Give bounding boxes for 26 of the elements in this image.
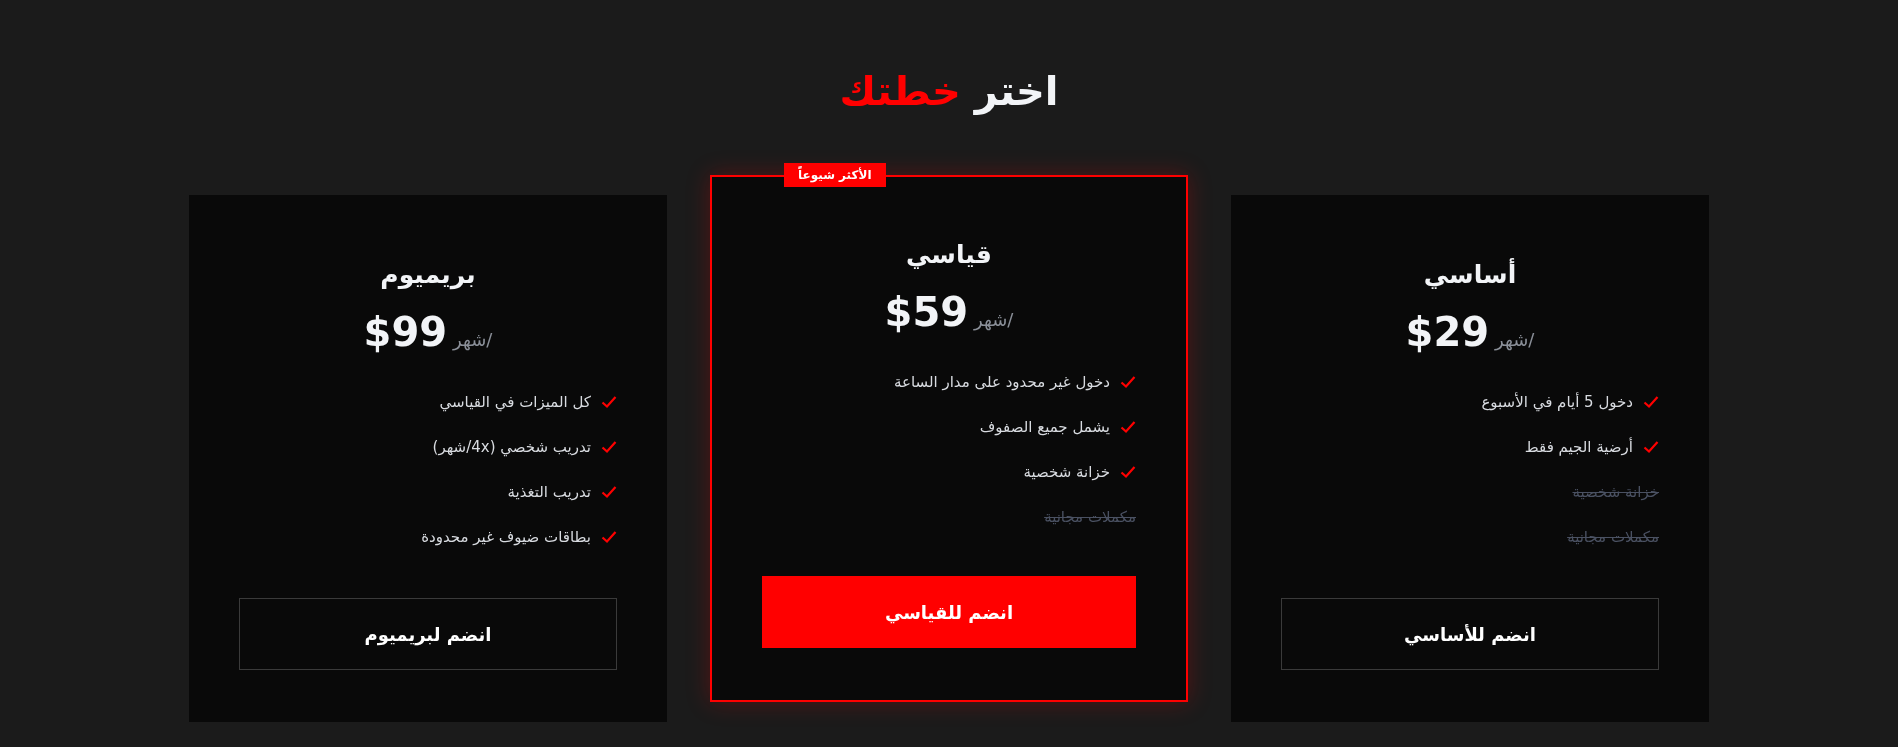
feature-text: دخول غير محدود على مدار الساعة: [893, 373, 1110, 391]
feature-text: دخول 5 أيام في الأسبوع: [1481, 393, 1633, 411]
join-button[interactable]: انضم لبريميوم: [239, 598, 617, 670]
plan-name: أساسي: [1423, 257, 1517, 291]
feature-text: بطاقات ضيوف غير محدودة: [421, 528, 591, 546]
feature-text: تدريب شخصي (4x/شهر): [432, 438, 591, 456]
price-period: /شهر: [974, 309, 1014, 330]
join-button[interactable]: انضم للقياسي: [762, 576, 1136, 648]
price-amount: $59: [884, 289, 969, 335]
price-amount: $99: [363, 309, 448, 355]
feature-text: تدريب التغذية: [507, 483, 591, 501]
price-amount: $29: [1405, 309, 1490, 355]
join-button[interactable]: انضم للأساسي: [1281, 598, 1659, 670]
feature-text: مكملات مجانية: [1044, 508, 1136, 526]
popular-badge: الأكثر شيوعاً: [784, 163, 886, 187]
feature-text: أرضية الجيم فقط: [1524, 438, 1633, 456]
plan-name: قياسي: [906, 239, 992, 271]
feature-text: خزانة شخصية: [1572, 483, 1659, 501]
price-period: /شهر: [1495, 329, 1535, 350]
feature-text: مكملات مجانية: [1567, 528, 1659, 546]
feature-text: كل الميزات في القياسي: [439, 393, 591, 411]
feature-text: خزانة شخصية: [1023, 463, 1110, 481]
section-title: اختر خطتك: [839, 67, 1059, 117]
feature-text: يشمل جميع الصفوف: [979, 418, 1110, 436]
price-period: /شهر: [453, 329, 493, 350]
plan-name: بريميوم: [380, 259, 476, 292]
